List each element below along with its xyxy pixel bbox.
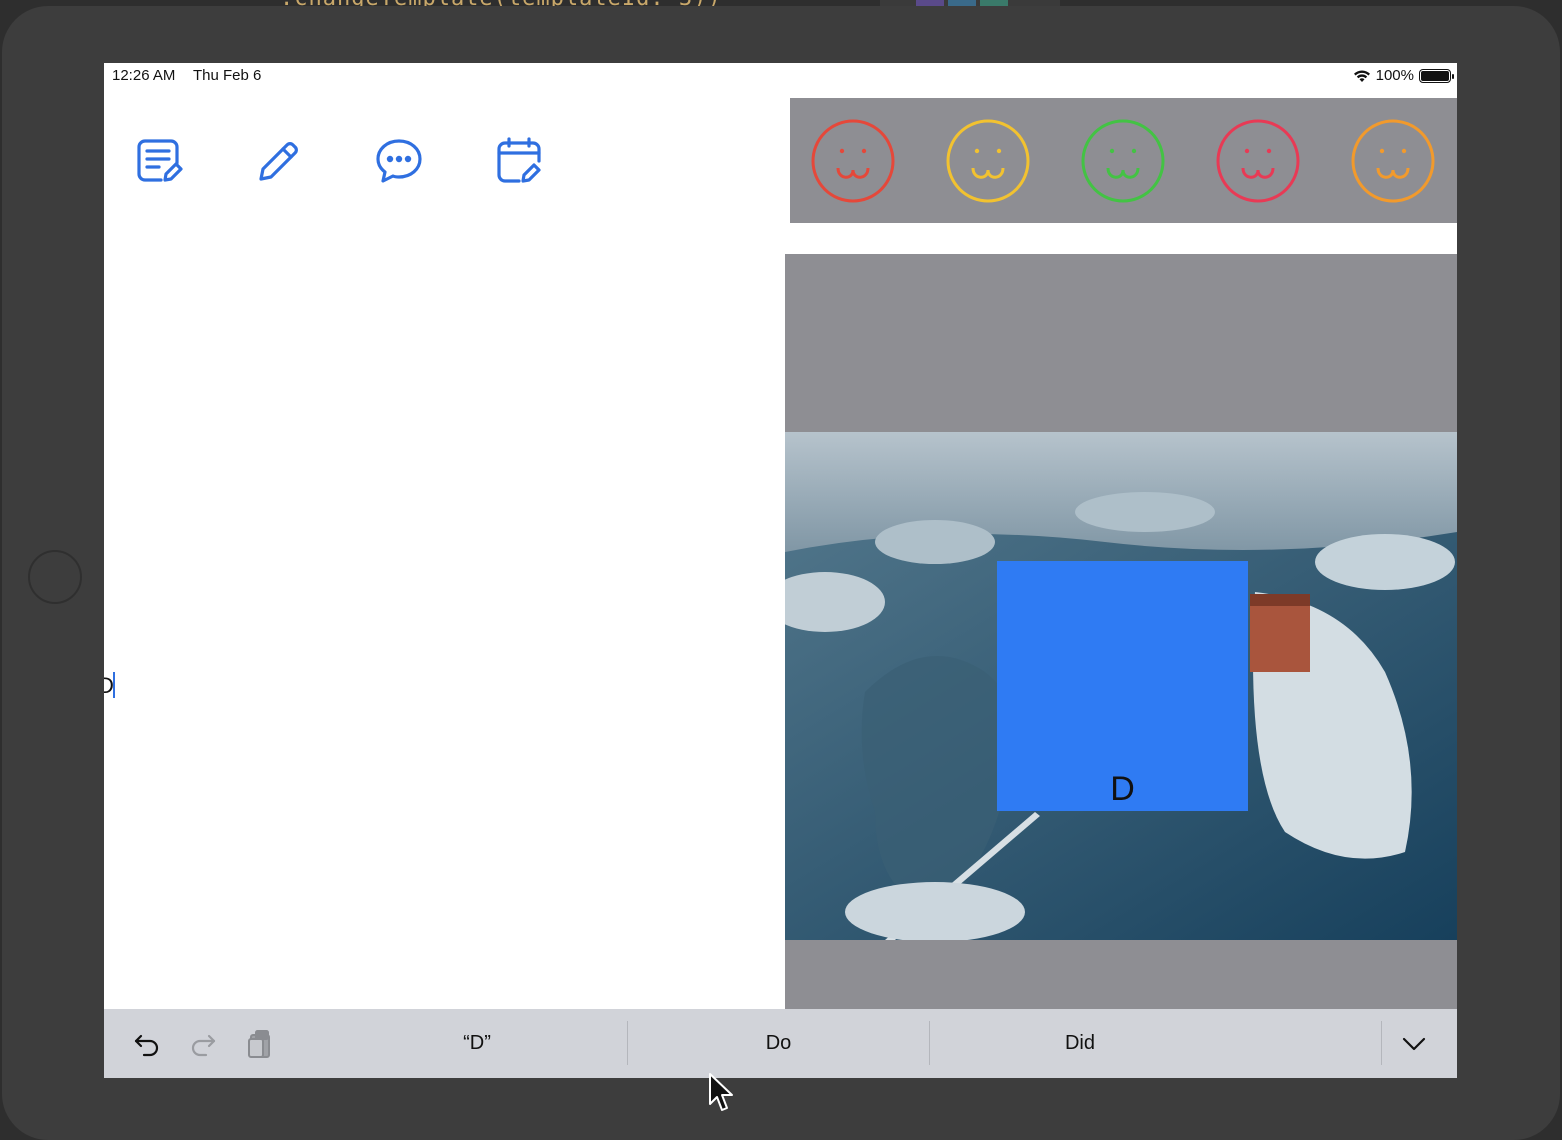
face-crimson-icon[interactable] bbox=[1215, 118, 1301, 204]
face-orange-icon[interactable] bbox=[1350, 118, 1436, 204]
face-yellow-icon[interactable] bbox=[945, 118, 1031, 204]
calendar-edit-icon[interactable] bbox=[495, 137, 543, 185]
chat-bubble-icon[interactable] bbox=[375, 137, 423, 185]
lake-castle-photo: D bbox=[785, 432, 1457, 940]
face-red-icon[interactable] bbox=[810, 118, 896, 204]
wifi-icon bbox=[1353, 69, 1370, 82]
status-time: 12:26 AM bbox=[112, 67, 176, 84]
template-card[interactable]: D bbox=[785, 254, 1457, 1009]
battery-icon bbox=[1419, 68, 1454, 83]
card-label: D bbox=[1110, 770, 1135, 808]
keyboard-suggestion-bar: “D” Do Did bbox=[104, 1009, 1457, 1078]
face-green-icon[interactable] bbox=[1080, 118, 1166, 204]
label-box[interactable]: D bbox=[997, 561, 1248, 811]
suggestion-1[interactable]: “D” bbox=[327, 1009, 627, 1078]
text-caret bbox=[113, 672, 115, 698]
ipad-screen: 12:26 AM Thu Feb 6 100% D D “D” Do Did bbox=[104, 63, 1457, 1078]
suggestion-2[interactable]: Do bbox=[628, 1009, 929, 1078]
status-right: 100% bbox=[1353, 67, 1454, 84]
mood-picker bbox=[790, 98, 1457, 223]
status-date: Thu Feb 6 bbox=[193, 67, 262, 84]
pencil-icon[interactable] bbox=[255, 137, 303, 185]
note-edit-icon[interactable] bbox=[135, 137, 183, 185]
suggestion-3[interactable]: Did bbox=[930, 1009, 1230, 1078]
mouse-pointer-icon bbox=[709, 1073, 733, 1111]
status-bar: 12:26 AM Thu Feb 6 100% bbox=[104, 63, 1457, 89]
battery-percent: 100% bbox=[1375, 67, 1414, 84]
suggestion-divider bbox=[1381, 1021, 1382, 1065]
home-button[interactable] bbox=[28, 550, 82, 604]
undo-icon[interactable] bbox=[132, 1029, 162, 1059]
paste-icon[interactable] bbox=[245, 1029, 275, 1059]
dismiss-keyboard-icon[interactable] bbox=[1399, 1029, 1429, 1059]
redo-icon[interactable] bbox=[188, 1029, 218, 1059]
